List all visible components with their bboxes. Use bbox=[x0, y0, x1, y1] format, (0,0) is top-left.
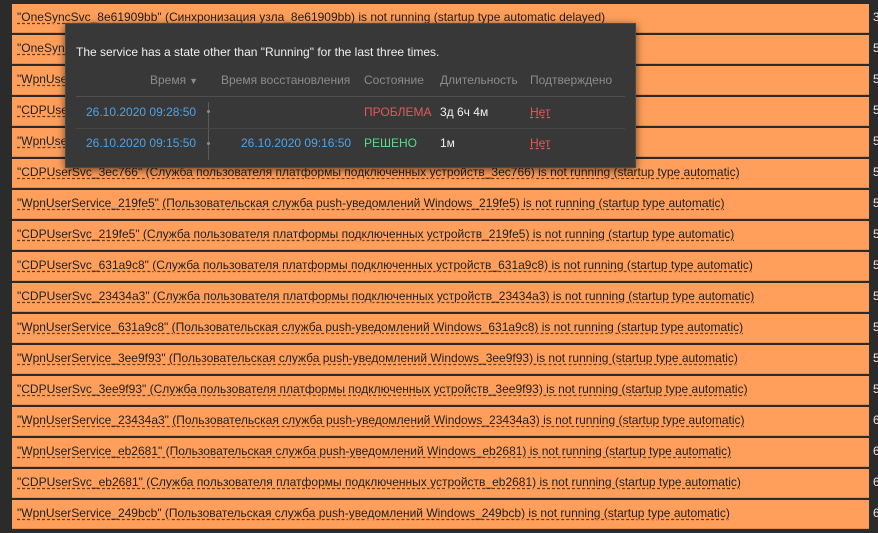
problem-name-link[interactable]: "WpnUserService_3ee9f93" (Пользовательск… bbox=[17, 351, 738, 365]
problem-cell: "WpnUserService_219fe5" (Пользовательска… bbox=[12, 190, 869, 219]
problem-cell: "WpnUserService_3ee9f93" (Пользовательск… bbox=[12, 345, 869, 374]
table-row: "WpnUserService_219fe5" (Пользовательска… bbox=[0, 190, 878, 219]
column-header-recovery: Время восстановления bbox=[221, 73, 351, 87]
event-status-problem: ПРОБЛЕМА bbox=[364, 105, 432, 119]
header-divider bbox=[76, 96, 625, 97]
problem-cell: "WpnUserService_eb2681" (Пользовательска… bbox=[12, 438, 869, 467]
problem-name-link[interactable]: "WpnUserService_631a9c8" (Пользовательск… bbox=[17, 320, 743, 334]
row-count: 6 bbox=[873, 475, 878, 489]
column-header-duration: Длительность bbox=[440, 73, 518, 87]
event-duration: 3д 6ч 4м bbox=[440, 105, 489, 119]
table-row: "CDPUserSvc_631a9c8" (Служба пользовател… bbox=[0, 252, 878, 281]
timeline-dot bbox=[207, 110, 210, 113]
row-count: 5 bbox=[873, 72, 878, 86]
problem-name-link[interactable]: "CDPUserSvc_23434a3" (Служба пользовател… bbox=[17, 289, 754, 303]
column-header-time-label: Время bbox=[150, 73, 187, 87]
problem-name-link[interactable]: "CDPUserSvc_631a9c8" (Служба пользовател… bbox=[17, 258, 753, 272]
event-ack-link[interactable]: Нет bbox=[530, 136, 550, 150]
row-count: 5 bbox=[873, 382, 878, 396]
row-count: 5 bbox=[873, 320, 878, 334]
table-row: "WpnUserService_249bcb" (Пользовательска… bbox=[0, 500, 878, 529]
problem-name-link[interactable]: "WpnUserService_eb2681" (Пользовательска… bbox=[17, 444, 731, 458]
row-count: 5 bbox=[873, 289, 878, 303]
event-status-resolved: РЕШЕНО bbox=[364, 136, 418, 150]
table-row: "WpnUserService_eb2681" (Пользовательска… bbox=[0, 438, 878, 467]
row-divider bbox=[76, 128, 625, 129]
column-header-time[interactable]: Время ▼ bbox=[150, 73, 198, 87]
problem-cell: "WpnUserService_249bcb" (Пользовательска… bbox=[12, 500, 869, 529]
column-header-status: Состояние bbox=[364, 73, 424, 87]
problem-name-link[interactable]: "CDPUserSvc_3ee9f93" (Служба пользовател… bbox=[17, 382, 748, 396]
sort-down-icon: ▼ bbox=[189, 76, 199, 86]
row-count: 5 bbox=[873, 196, 878, 210]
problem-cell: "CDPUserSvc_219fe5" (Служба пользователя… bbox=[12, 221, 869, 250]
event-recovery-time: 26.10.2020 09:16:50 bbox=[241, 136, 352, 150]
event-time: 26.10.2020 09:15:50 bbox=[86, 136, 197, 150]
row-count: 5 bbox=[873, 351, 878, 365]
problem-cell: "CDPUserSvc_631a9c8" (Служба пользовател… bbox=[12, 252, 869, 281]
row-count: 5 bbox=[873, 227, 878, 241]
row-count: 6 bbox=[873, 444, 878, 458]
problem-name-link[interactable]: "CDPUserSvc_219fe5" (Служба пользователя… bbox=[17, 227, 734, 241]
problem-cell: "WpnUserService_23434a3" (Пользовательск… bbox=[12, 407, 869, 436]
row-count: 5 bbox=[873, 103, 878, 117]
row-count: 5 bbox=[873, 41, 878, 55]
event-duration: 1м bbox=[440, 136, 455, 150]
event-history-hint: The service has a state other than "Runn… bbox=[65, 23, 636, 168]
problem-name-link[interactable]: "WpnUserService_219fe5" (Пользовательска… bbox=[17, 196, 725, 210]
column-header-ack: Подтверждено bbox=[530, 73, 613, 87]
problem-cell: "CDPUserSvc_23434a3" (Служба пользовател… bbox=[12, 283, 869, 312]
problem-name-link[interactable]: "WpnUserService_23434a3" (Пользовательск… bbox=[17, 413, 745, 427]
timeline-dot bbox=[207, 142, 210, 145]
table-row: "WpnUserService_23434a3" (Пользовательск… bbox=[0, 407, 878, 436]
row-count: 5 bbox=[873, 165, 878, 179]
table-row: "WpnUserService_631a9c8" (Пользовательск… bbox=[0, 314, 878, 343]
event-ack-link[interactable]: Нет bbox=[530, 105, 550, 119]
problem-cell: "WpnUserService_631a9c8" (Пользовательск… bbox=[12, 314, 869, 343]
row-count: 3 bbox=[873, 10, 878, 24]
table-row: "CDPUserSvc_23434a3" (Служба пользовател… bbox=[0, 283, 878, 312]
table-row: "CDPUserSvc_219fe5" (Служба пользователя… bbox=[0, 221, 878, 250]
row-count: 5 bbox=[873, 258, 878, 272]
table-row: "CDPUserSvc_3ee9f93" (Служба пользовател… bbox=[0, 376, 878, 405]
table-row: "WpnUserService_3ee9f93" (Пользовательск… bbox=[0, 345, 878, 374]
row-count: 6 bbox=[873, 506, 878, 520]
hint-title: The service has a state other than "Runn… bbox=[76, 45, 440, 59]
table-row: "CDPUserSvc_eb2681" (Служба пользователя… bbox=[0, 469, 878, 498]
problem-cell: "CDPUserSvc_3ee9f93" (Служба пользовател… bbox=[12, 376, 869, 405]
problem-name-link[interactable]: "CDPUserSvc_eb2681" (Служба пользователя… bbox=[17, 475, 741, 489]
problem-name-link[interactable]: "OneSyncSvc_8e61909bb" (Синхронизация уз… bbox=[17, 10, 605, 24]
row-count: 5 bbox=[873, 134, 878, 148]
event-time: 26.10.2020 09:28:50 bbox=[86, 105, 197, 119]
problem-name-link[interactable]: "WpnUserService_249bcb" (Пользовательска… bbox=[17, 506, 730, 520]
row-count: 6 bbox=[873, 413, 878, 427]
problem-cell: "CDPUserSvc_eb2681" (Служба пользователя… bbox=[12, 469, 869, 498]
